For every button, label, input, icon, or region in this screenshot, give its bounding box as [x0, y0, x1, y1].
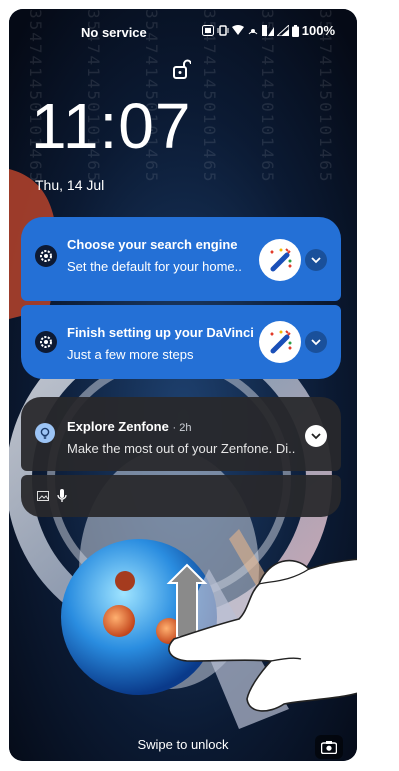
swipe-to-unlock-label: Swipe to unlock	[137, 737, 229, 752]
swipe-gesture-hint	[166, 558, 357, 712]
lockscreen: 354741450101465 354741450101465 35474145…	[9, 9, 357, 761]
camera-icon[interactable]	[315, 735, 343, 759]
